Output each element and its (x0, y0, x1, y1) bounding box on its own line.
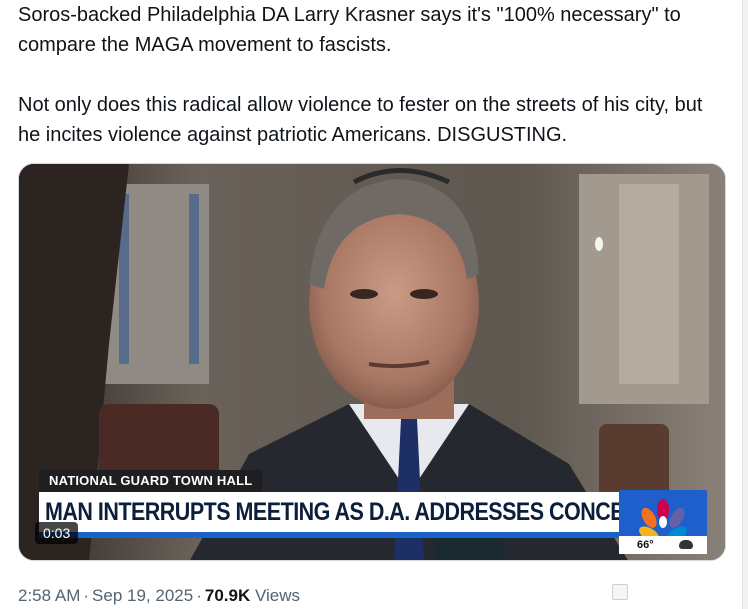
video-timestamp: 0:03 (35, 522, 79, 544)
views-label: Views (254, 586, 301, 605)
tweet-paragraph-1: Soros-backed Philadelphia DA Larry Krasn… (18, 4, 681, 56)
views-count: 70.9K (204, 586, 251, 605)
meta-separator: · (196, 586, 202, 605)
tweet-date[interactable]: Sep 19, 2025 (92, 586, 193, 605)
video-player[interactable]: NATIONAL GUARD TOWN HALL MAN INTERRUPTS … (18, 163, 726, 561)
lower-third-kicker: NATIONAL GUARD TOWN HALL (39, 470, 263, 492)
peacock-logo (639, 499, 687, 550)
lower-third-strip (39, 532, 619, 538)
tweet-body: Soros-backed Philadelphia DA Larry Krasn… (18, 0, 730, 150)
cloud-icon (679, 540, 693, 549)
tweet: Soros-backed Philadelphia DA Larry Krasn… (0, 0, 748, 609)
lower-third-headline: MAN INTERRUPTS MEETING AS D.A. ADDRESSES… (39, 492, 619, 532)
tweet-time[interactable]: 2:58 AM (18, 586, 80, 605)
tweet-paragraph-2: Not only does this radical allow violenc… (18, 94, 703, 146)
lower-third-headline-text: MAN INTERRUPTS MEETING AS D.A. ADDRESSES… (45, 498, 619, 526)
copy-icon[interactable] (612, 584, 628, 600)
tweet-meta: 2:58 AM · Sep 19, 2025 · 70.9K Views (18, 583, 300, 609)
meta-separator: · (83, 586, 90, 605)
scrollbar[interactable] (742, 0, 748, 609)
weather-temp: 66° (637, 539, 654, 551)
weather-readout: 66° (619, 536, 707, 554)
